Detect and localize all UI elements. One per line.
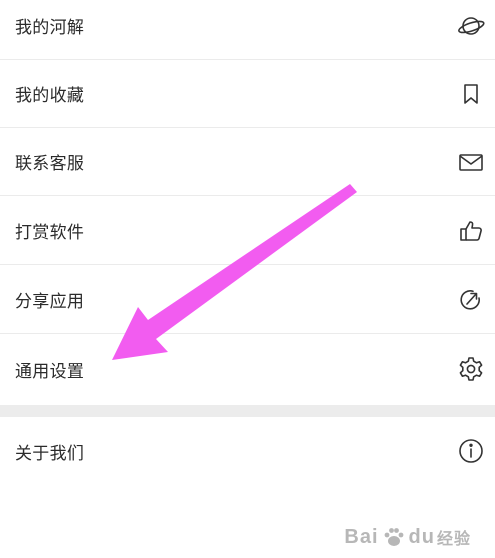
bookmark-icon [457,80,485,108]
menu-item-about-us[interactable]: 关于我们 [0,417,495,485]
share-icon [457,286,485,314]
menu-item-general-settings[interactable]: 通用设置 [0,335,495,403]
menu-item-label: 关于我们 [15,443,85,463]
menu-item-label: 联系客服 [15,154,85,173]
menu-item-share-app[interactable]: 分享应用 [0,266,495,334]
section-divider [0,405,495,417]
menu-item-label: 我的收藏 [15,86,85,105]
baidu-jingyan-watermark: Bai du 经验 [344,525,471,549]
info-icon [457,437,485,465]
menu-item-tip-software[interactable]: 打赏软件 [0,197,495,265]
menu-item-label: 分享应用 [15,292,85,311]
menu-item-favorites[interactable]: 我的收藏 [0,60,495,128]
mail-icon [457,148,485,176]
menu-item-customer-service[interactable]: 联系客服 [0,128,495,196]
menu-item-label: 打赏软件 [15,223,85,242]
baidu-paw-icon [384,528,403,546]
thumbs-up-icon [457,217,485,245]
menu-item-label: 我的河解 [15,18,85,37]
menu-item-label: 通用设置 [15,361,85,381]
planet-icon [457,12,485,40]
menu-item-river-solutions[interactable]: 我的河解 [0,0,495,60]
gear-icon [457,355,485,383]
